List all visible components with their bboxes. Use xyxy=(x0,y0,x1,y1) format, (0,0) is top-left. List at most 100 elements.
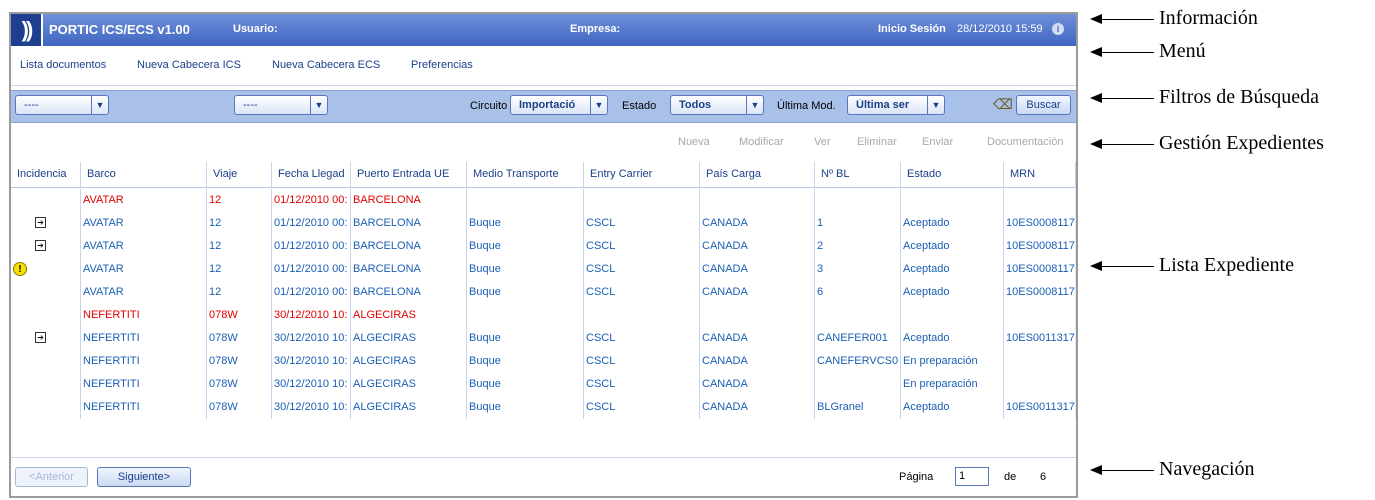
eraser-icon[interactable]: ⌫ xyxy=(993,96,1013,113)
eliminar-action[interactable]: Eliminar xyxy=(857,136,897,148)
de-label: de xyxy=(1004,471,1017,483)
estado-select[interactable]: Todos ▼ xyxy=(670,95,764,115)
column-divider xyxy=(206,189,207,419)
cell-pais-carga: CANADA xyxy=(700,281,815,304)
table-row[interactable]: ! AVATAR 12 01/12/2010 00: BARCELONA Buque CSC… xyxy=(11,258,1076,281)
filter-select-1[interactable]: ---- ▼ xyxy=(15,95,109,115)
header-medio-transporte[interactable]: Medio Transporte xyxy=(467,162,584,187)
modificar-action[interactable]: Modificar xyxy=(739,136,784,148)
cell-incidencia: ! xyxy=(11,258,81,281)
cell-puerto-entrada: BARCELONA xyxy=(351,281,467,304)
cell-fecha-llegada: 30/12/2010 10: xyxy=(272,350,351,373)
cell-num-bl: 3 xyxy=(815,258,901,281)
cell-puerto-entrada: ALGECIRAS xyxy=(351,327,467,350)
cell-medio-transporte: Buque xyxy=(467,258,584,281)
menu-item-lista-documentos[interactable]: Lista documentos xyxy=(20,59,106,71)
column-divider xyxy=(583,189,584,419)
table-row[interactable]: NEFERTITI 078W 30/12/2010 10: ALGECIRAS xyxy=(11,304,1076,327)
cell-estado xyxy=(901,189,1004,212)
cell-mrn: 10ES0008117 xyxy=(1004,212,1076,235)
header-entry-carrier[interactable]: Entry Carrier xyxy=(584,162,700,187)
cell-barco: NEFERTITI xyxy=(81,350,207,373)
cell-pais-carga: CANADA xyxy=(700,327,815,350)
cell-incidencia xyxy=(11,396,81,419)
circuito-label: Circuito xyxy=(470,100,508,112)
table-row[interactable]: NEFERTITI 078W 30/12/2010 10: ALGECIRAS Buqu… xyxy=(11,396,1076,419)
cell-puerto-entrada: BARCELONA xyxy=(351,258,467,281)
header-pais-carga[interactable]: País Carga xyxy=(700,162,815,187)
filter-select-2[interactable]: ---- ▼ xyxy=(234,95,328,115)
table-row[interactable]: NEFERTITI 078W 30/12/2010 10: ALGECIRAS Buqu… xyxy=(11,350,1076,373)
info-icon[interactable]: i xyxy=(1052,23,1064,35)
cell-incidencia xyxy=(11,373,81,396)
cell-barco: AVATAR xyxy=(81,281,207,304)
cell-pais-carga: CANADA xyxy=(700,235,815,258)
cell-mrn: 10ES0008117 xyxy=(1004,235,1076,258)
table-row[interactable]: AVATAR 12 01/12/2010 00: BARCELONA xyxy=(11,189,1076,212)
ultima-mod-select[interactable]: Última ser ▼ xyxy=(847,95,945,115)
cell-incidencia xyxy=(11,281,81,304)
documentacion-action[interactable]: Documentación xyxy=(987,136,1063,148)
app-title: PORTIC ICS/ECS v1.00 xyxy=(49,22,190,37)
arrow-right-icon[interactable]: ➔ xyxy=(35,240,46,251)
cell-fecha-llegada: 30/12/2010 10: xyxy=(272,327,351,350)
cell-pais-carga xyxy=(700,304,815,327)
cell-num-bl: BLGranel xyxy=(815,396,901,419)
header-puerto-entrada[interactable]: Puerto Entrada UE xyxy=(351,162,467,187)
header-viaje[interactable]: Viaje xyxy=(207,162,272,187)
siguiente-button[interactable]: Siguiente> xyxy=(97,467,191,487)
cell-barco: NEFERTITI xyxy=(81,396,207,419)
cell-medio-transporte xyxy=(467,189,584,212)
anterior-button[interactable]: <Anterior xyxy=(15,467,88,487)
arrow-right-icon[interactable]: ➔ xyxy=(35,217,46,228)
table-row[interactable]: AVATAR 12 01/12/2010 00: BARCELONA Buque CSCL… xyxy=(11,281,1076,304)
table-row[interactable]: ➔ AVATAR 12 01/12/2010 00: BARCELONA Buque CSC… xyxy=(11,235,1076,258)
cell-barco: AVATAR xyxy=(81,235,207,258)
info-bar: )) PORTIC ICS/ECS v1.00 Usuario: Empresa… xyxy=(11,14,1076,46)
cell-medio-transporte: Buque xyxy=(467,327,584,350)
header-fecha-llegada[interactable]: Fecha Llegad xyxy=(272,162,351,187)
table-header: Incidencia Barco Viaje Fecha Llegad Puerto E… xyxy=(11,162,1076,188)
cell-mrn: 10ES0011317 xyxy=(1004,396,1076,419)
column-divider xyxy=(1003,189,1004,419)
table-row[interactable]: ➔ AVATAR 12 01/12/2010 00: BARCELONA Buque CSC… xyxy=(11,212,1076,235)
filter-bar: ---- ▼ ---- ▼ Circuito Importació ▼ Esta… xyxy=(11,90,1076,123)
column-divider xyxy=(350,189,351,419)
column-divider xyxy=(80,189,81,419)
menu-item-nueva-cabecera-ics[interactable]: Nueva Cabecera ICS xyxy=(137,59,241,71)
ver-action[interactable]: Ver xyxy=(814,136,831,148)
chevron-down-icon: ▼ xyxy=(746,96,763,114)
cell-viaje: 078W xyxy=(207,327,272,350)
cell-mrn xyxy=(1004,189,1076,212)
cell-estado: Aceptado xyxy=(901,258,1004,281)
header-estado[interactable]: Estado xyxy=(901,162,1004,187)
filter-select-2-value: ---- xyxy=(243,99,258,111)
cell-puerto-entrada: BARCELONA xyxy=(351,235,467,258)
cell-barco: NEFERTITI xyxy=(81,373,207,396)
header-barco[interactable]: Barco xyxy=(81,162,207,187)
header-mrn[interactable]: MRN xyxy=(1004,162,1076,187)
menu-item-nueva-cabecera-ecs[interactable]: Nueva Cabecera ECS xyxy=(272,59,380,71)
cell-puerto-entrada: ALGECIRAS xyxy=(351,304,467,327)
cell-fecha-llegada: 01/12/2010 00: xyxy=(272,189,351,212)
enviar-action[interactable]: Enviar xyxy=(922,136,953,148)
cell-fecha-llegada: 01/12/2010 00: xyxy=(272,212,351,235)
table-row[interactable]: ➔ NEFERTITI 078W 30/12/2010 10: ALGECIRAS Buq… xyxy=(11,327,1076,350)
cell-puerto-entrada: ALGECIRAS xyxy=(351,350,467,373)
column-divider xyxy=(466,189,467,419)
header-num-bl[interactable]: Nº BL xyxy=(815,162,901,187)
circuito-select[interactable]: Importació ▼ xyxy=(510,95,608,115)
nueva-action[interactable]: Nueva xyxy=(678,136,710,148)
cell-estado: Aceptado xyxy=(901,327,1004,350)
cell-estado: En preparación xyxy=(901,350,1004,373)
page-number-input[interactable]: 1 xyxy=(955,467,989,486)
arrow-right-icon[interactable]: ➔ xyxy=(35,332,46,343)
buscar-button[interactable]: Buscar xyxy=(1016,95,1071,115)
header-incidencia[interactable]: Incidencia xyxy=(11,162,81,187)
inicio-sesion-label: Inicio Sesión xyxy=(878,23,946,35)
cell-barco: NEFERTITI xyxy=(81,304,207,327)
table-row[interactable]: NEFERTITI 078W 30/12/2010 10: ALGECIRAS Buqu… xyxy=(11,373,1076,396)
warning-icon[interactable]: ! xyxy=(13,262,27,276)
menu-item-preferencias[interactable]: Preferencias xyxy=(411,59,473,71)
column-divider xyxy=(271,189,272,419)
